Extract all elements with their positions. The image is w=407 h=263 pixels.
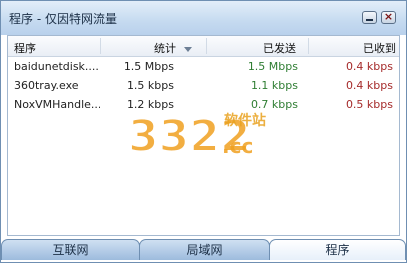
total-rate: 1.5 Mbps <box>123 60 174 73</box>
received-rate: 0.5 kbps <box>345 98 393 111</box>
close-button[interactable]: × <box>381 10 396 24</box>
watermark-domain: .cc <box>222 134 253 158</box>
sent-rate: 1.1 kbps <box>250 79 298 92</box>
bottom-tab-bar: 互联网 局域网 程序 <box>1 237 406 262</box>
watermark-tagline: 软件站 <box>224 112 266 129</box>
minimize-icon <box>366 19 373 21</box>
sort-descending-icon <box>184 46 192 52</box>
sent-rate: 1.5 Mbps <box>247 60 298 73</box>
program-name: NoxVMHandle.... <box>14 98 100 111</box>
column-header-program[interactable]: 程序 <box>14 40 36 56</box>
total-rate: 1.5 kbps <box>126 79 174 92</box>
received-rate: 0.4 kbps <box>345 60 393 73</box>
program-name: baidunetdisk.... <box>14 60 99 73</box>
title-bar[interactable]: 程序 - 仅因特网流量 × <box>1 1 406 35</box>
table-row[interactable]: baidunetdisk.... 1.5 Mbps 1.5 Mbps 0.4 k… <box>8 58 399 77</box>
close-icon: × <box>383 10 394 23</box>
tab-programs[interactable]: 程序 <box>269 239 406 260</box>
watermark-logo: 3322 软件站 .cc <box>127 110 266 159</box>
column-separator[interactable] <box>100 38 101 54</box>
column-header-total-label: 统计 <box>154 42 176 55</box>
table-row[interactable]: 360tray.exe 1.5 kbps 1.1 kbps 0.4 kbps <box>8 77 399 96</box>
tab-lan[interactable]: 局域网 <box>139 239 270 260</box>
window-title: 程序 - 仅因特网流量 <box>9 12 117 26</box>
column-separator[interactable] <box>308 38 309 54</box>
received-rate: 0.4 kbps <box>345 79 393 92</box>
tab-internet[interactable]: 互联网 <box>1 239 140 260</box>
table-header: 程序 统计 已发送 已收到 <box>8 36 399 57</box>
column-header-total[interactable]: 统计 <box>154 40 192 56</box>
minimize-button[interactable] <box>362 11 377 24</box>
column-header-received[interactable]: 已收到 <box>363 40 396 56</box>
column-header-sent[interactable]: 已发送 <box>263 40 296 56</box>
program-name: 360tray.exe <box>14 79 79 92</box>
app-window: 程序 - 仅因特网流量 × 程序 统计 已发送 已收到 baidunetdisk… <box>0 0 407 263</box>
column-separator[interactable] <box>206 38 207 54</box>
